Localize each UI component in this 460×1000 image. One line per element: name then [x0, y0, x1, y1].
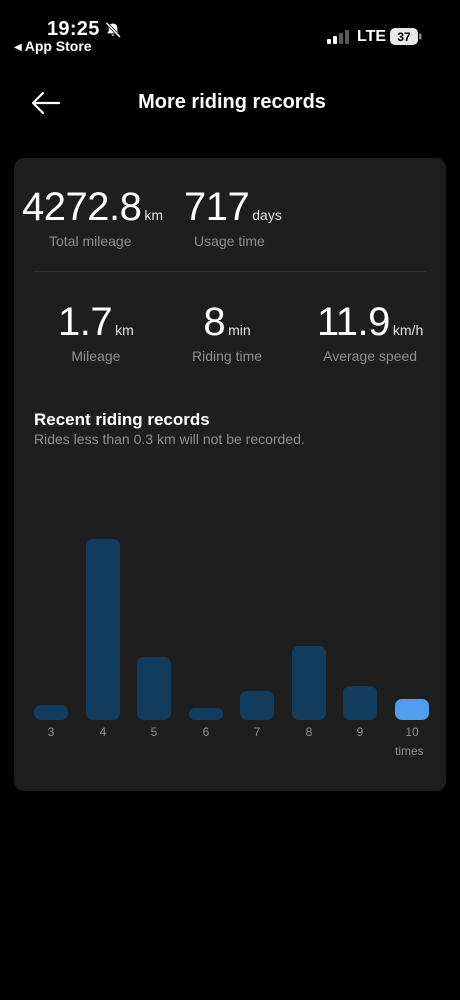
x-tick-label: 6 [202, 725, 210, 739]
network-type: LTE [357, 28, 387, 45]
total-mileage-unit: km [144, 207, 164, 223]
bell-off-icon [105, 21, 122, 39]
x-axis-unit: times [395, 744, 424, 758]
total-mileage-label: Total mileage [49, 233, 132, 249]
usage-time-label: Usage time [194, 233, 265, 249]
x-tick-label: 5 [150, 725, 158, 739]
x-tick-label: 9 [356, 725, 364, 739]
average-speed-value: 11.9 [317, 300, 390, 344]
riding-time-label: Riding time [192, 348, 263, 364]
x-tick-label: 7 [253, 725, 261, 739]
average-speed-label: Average speed [323, 348, 418, 364]
bar-10[interactable] [395, 699, 429, 720]
riding-time-stat: 8 min Riding time [192, 300, 262, 364]
bar-3[interactable] [34, 705, 68, 720]
screen: 19:25 ◀ App Store LTE 37 More riding reco… [0, 0, 460, 1000]
x-tick-label: 3 [47, 725, 55, 739]
mileage-value: 1.7 [58, 300, 113, 344]
x-tick-label: 10 [405, 725, 419, 739]
recent-rides-bar-chart: times 3 4 5 6 7 8 9 10 [14, 528, 446, 768]
total-mileage-value: 4272.8 [22, 185, 142, 229]
usage-time-stat: 717 days Usage time [184, 185, 282, 249]
riding-time-unit: min [228, 322, 251, 338]
bar-8[interactable] [292, 646, 326, 720]
signal-icon [327, 30, 349, 44]
back-triangle-icon: ◀ [14, 42, 22, 53]
usage-time-value: 717 [184, 185, 250, 229]
x-tick-label: 4 [99, 725, 107, 739]
bar-7[interactable] [240, 691, 274, 720]
mileage-unit: km [115, 322, 134, 338]
recent-records-title: Recent riding records [34, 410, 210, 429]
total-mileage-stat: 4272.8 km Total mileage [22, 185, 163, 249]
bar-6[interactable] [189, 708, 223, 720]
riding-time-value: 8 [203, 300, 226, 344]
back-app-label: App Store [24, 38, 92, 54]
mileage-stat: 1.7 km Mileage [58, 300, 134, 364]
average-speed-unit: km/h [392, 322, 424, 338]
divider [34, 271, 426, 272]
recent-records-subtitle: Rides less than 0.3 km will not be recor… [34, 431, 305, 447]
mileage-label: Mileage [71, 348, 121, 364]
usage-time-unit: days [252, 207, 282, 223]
bar-5[interactable] [137, 657, 171, 720]
page-title: More riding records [138, 91, 326, 113]
bar-9[interactable] [343, 686, 377, 720]
riding-records-card: 4272.8 km Total mileage 717 days Usage tim… [14, 158, 446, 791]
battery-level: 37 [397, 30, 411, 44]
battery-icon: 37 [390, 28, 422, 45]
average-speed-stat: 11.9 km/h Average speed [317, 300, 423, 364]
bar-4[interactable] [86, 539, 120, 720]
back-to-app-store[interactable]: ◀ App Store [14, 38, 92, 54]
x-tick-label: 8 [305, 725, 313, 739]
